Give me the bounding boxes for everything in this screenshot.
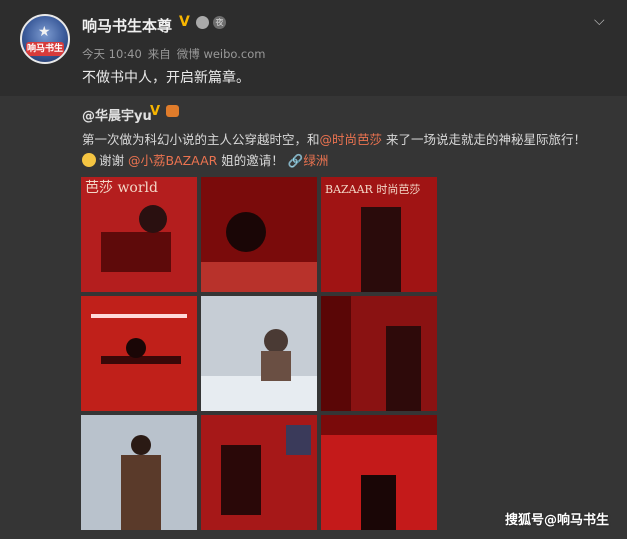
watermark: 搜狐号@响马书生 (504, 513, 609, 528)
repost-line-2: 谢谢 @小荔BAZAAR 姐的邀请！ 🔗绿洲 (82, 150, 612, 171)
post-source[interactable]: 微博 weibo.com (177, 47, 266, 61)
photo-5[interactable] (201, 296, 317, 411)
post-meta: 今天 10:40 来自 微博 weibo.com (82, 46, 271, 62)
post-text: 不做书中人，开启新篇章。 (82, 70, 250, 86)
weibo-post: ★ 响马书生 响马书生本尊 V 夜 今天 10:40 来自 微博 weibo.com… (0, 0, 627, 539)
text-segment: 来了一场说走就走的神秘星际旅行！ (382, 132, 587, 147)
photo-3[interactable]: BAZAAR 时尚芭莎 (321, 177, 437, 292)
photo-1[interactable]: 芭莎 world (81, 177, 197, 292)
photo-2[interactable] (201, 177, 317, 292)
photo-8[interactable] (201, 415, 317, 530)
location-link[interactable]: 绿洲 (303, 153, 328, 168)
verified-icon: V (150, 104, 161, 119)
emoji-icon (82, 153, 96, 167)
repost-line-1: 第一次做为科幻小说的主人公穿越时空，和@时尚芭莎 来了一场说走就走的神秘星际旅行… (82, 129, 612, 150)
crown-icon (166, 105, 179, 117)
avatar-label: 响马书生 (26, 42, 64, 56)
text-segment: 谢谢 (99, 153, 128, 168)
mention-link[interactable]: @时尚芭莎 (320, 132, 383, 147)
link-icon: 🔗 (287, 153, 304, 168)
text-segment: 姐的邀请！ (217, 153, 284, 168)
chevron-down-icon[interactable]: ⌵ (594, 14, 608, 28)
username[interactable]: 响马书生本尊 (82, 15, 172, 36)
photo-9[interactable] (321, 415, 437, 530)
star-icon: ★ (38, 24, 51, 40)
post-time[interactable]: 今天 10:40 (82, 47, 142, 61)
verified-icon: V (179, 14, 190, 30)
mention-link[interactable]: @小荔BAZAAR (128, 153, 217, 168)
photo-caption: BAZAAR 时尚芭莎 (325, 182, 420, 196)
night-icon: 夜 (213, 16, 226, 29)
repost-card: @华晨宇yu V 第一次做为科幻小说的主人公穿越时空，和@时尚芭莎 来了一场说走… (0, 96, 627, 539)
photo-grid: 芭莎 world BAZAAR 时尚芭莎 (81, 177, 437, 531)
photo-7[interactable] (81, 415, 197, 530)
source-prefix: 来自 (147, 47, 171, 61)
photo-6[interactable] (321, 296, 437, 411)
photo-4[interactable] (81, 296, 197, 411)
member-icon (196, 16, 209, 29)
avatar[interactable]: ★ 响马书生 (20, 14, 70, 64)
repost-author[interactable]: @华晨宇yu (82, 105, 152, 124)
text-segment: 第一次做为科幻小说的主人公穿越时空，和 (82, 132, 320, 147)
repost-text: 第一次做为科幻小说的主人公穿越时空，和@时尚芭莎 来了一场说走就走的神秘星际旅行… (82, 129, 612, 171)
photo-caption: 芭莎 world (85, 179, 158, 196)
